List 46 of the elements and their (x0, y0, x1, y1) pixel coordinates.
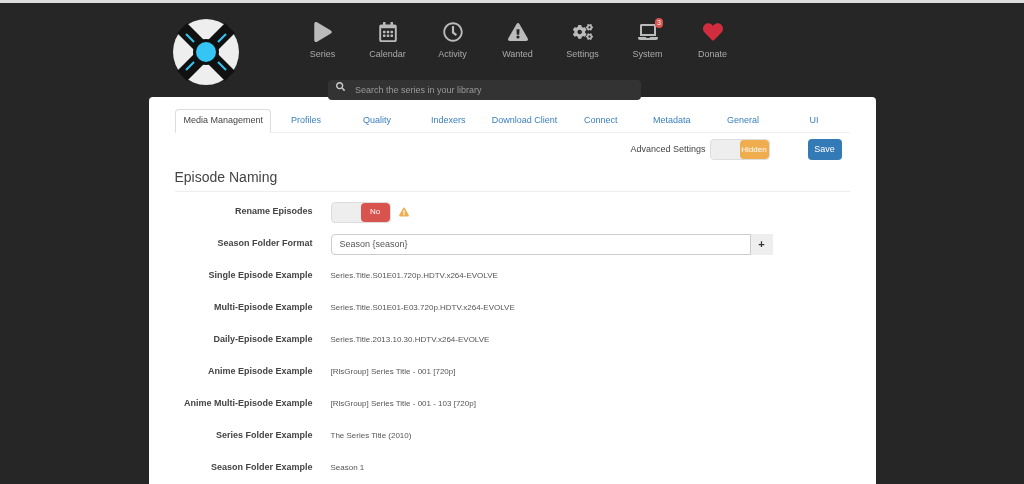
nav-item[interactable]: Series (290, 12, 355, 62)
field-label: Single Episode Example (207, 269, 314, 283)
toggle-switch[interactable]: No (330, 201, 391, 223)
field-label: Anime Episode Example (206, 365, 314, 379)
field-label: Daily-Episode Example (212, 333, 314, 347)
field-label: Anime Multi-Episode Example (182, 397, 314, 411)
nav-item[interactable]: Wanted (485, 12, 550, 62)
tab[interactable]: Download Client (483, 109, 566, 133)
play-icon (312, 22, 333, 42)
tab[interactable]: UI (778, 109, 850, 133)
tab[interactable]: Quality (341, 109, 413, 133)
field-label: Rename Episodes (233, 205, 314, 219)
nav-item[interactable]: Calendar (355, 12, 420, 62)
warning-icon (507, 22, 528, 42)
tab[interactable]: Indexers (412, 109, 484, 133)
tab[interactable]: General (707, 109, 779, 133)
add-button[interactable]: + (750, 233, 773, 255)
example-text: Series.Title.S01E01.720p.HDTV.x264-EVOLVE (330, 270, 498, 282)
tab[interactable]: Profiles (270, 109, 342, 133)
field-label: Season Folder Format (216, 237, 314, 251)
field-label: Season Folder Example (209, 461, 314, 475)
search-field[interactable]: Search the series in your library (328, 79, 641, 100)
example-text: Season 1 (330, 462, 365, 474)
field-label: Series Folder Example (214, 429, 314, 443)
input-field[interactable]: Season {season} (330, 233, 751, 255)
example-text: Series.Title.2013.10.30.HDTV.x264-EVOLVE (330, 334, 490, 346)
tab[interactable]: Media Management (174, 109, 271, 133)
search-icon (336, 81, 345, 91)
calendar-icon (377, 22, 398, 42)
tab[interactable]: Connect (565, 109, 637, 133)
advanced-settings-label: Advanced Settings (630, 142, 706, 156)
example-text: Series.Title.S01E01-E03.720p.HDTV.x264-EVOLVE (330, 302, 515, 314)
heart-icon (702, 22, 723, 42)
nav-item[interactable]: Donate (680, 12, 745, 62)
clock-icon (442, 22, 463, 42)
example-text: The Series Title (2010) (330, 430, 412, 442)
nav-item[interactable]: Activity (420, 12, 485, 62)
field-label: Multi-Episode Example (212, 301, 314, 315)
example-text: [RlsGroup] Series Title - 001 - 103 [720p] (330, 398, 476, 410)
save-button[interactable]: Save (807, 139, 842, 160)
nav-item[interactable]: Settings (550, 12, 615, 62)
laptop-icon (637, 22, 658, 42)
tab[interactable]: Metadata (636, 109, 708, 133)
settings-icon (572, 22, 593, 42)
section-title: Episode Naming (174, 167, 850, 192)
example-text: [RlsGroup] Series Title - 001 [720p] (330, 366, 456, 378)
